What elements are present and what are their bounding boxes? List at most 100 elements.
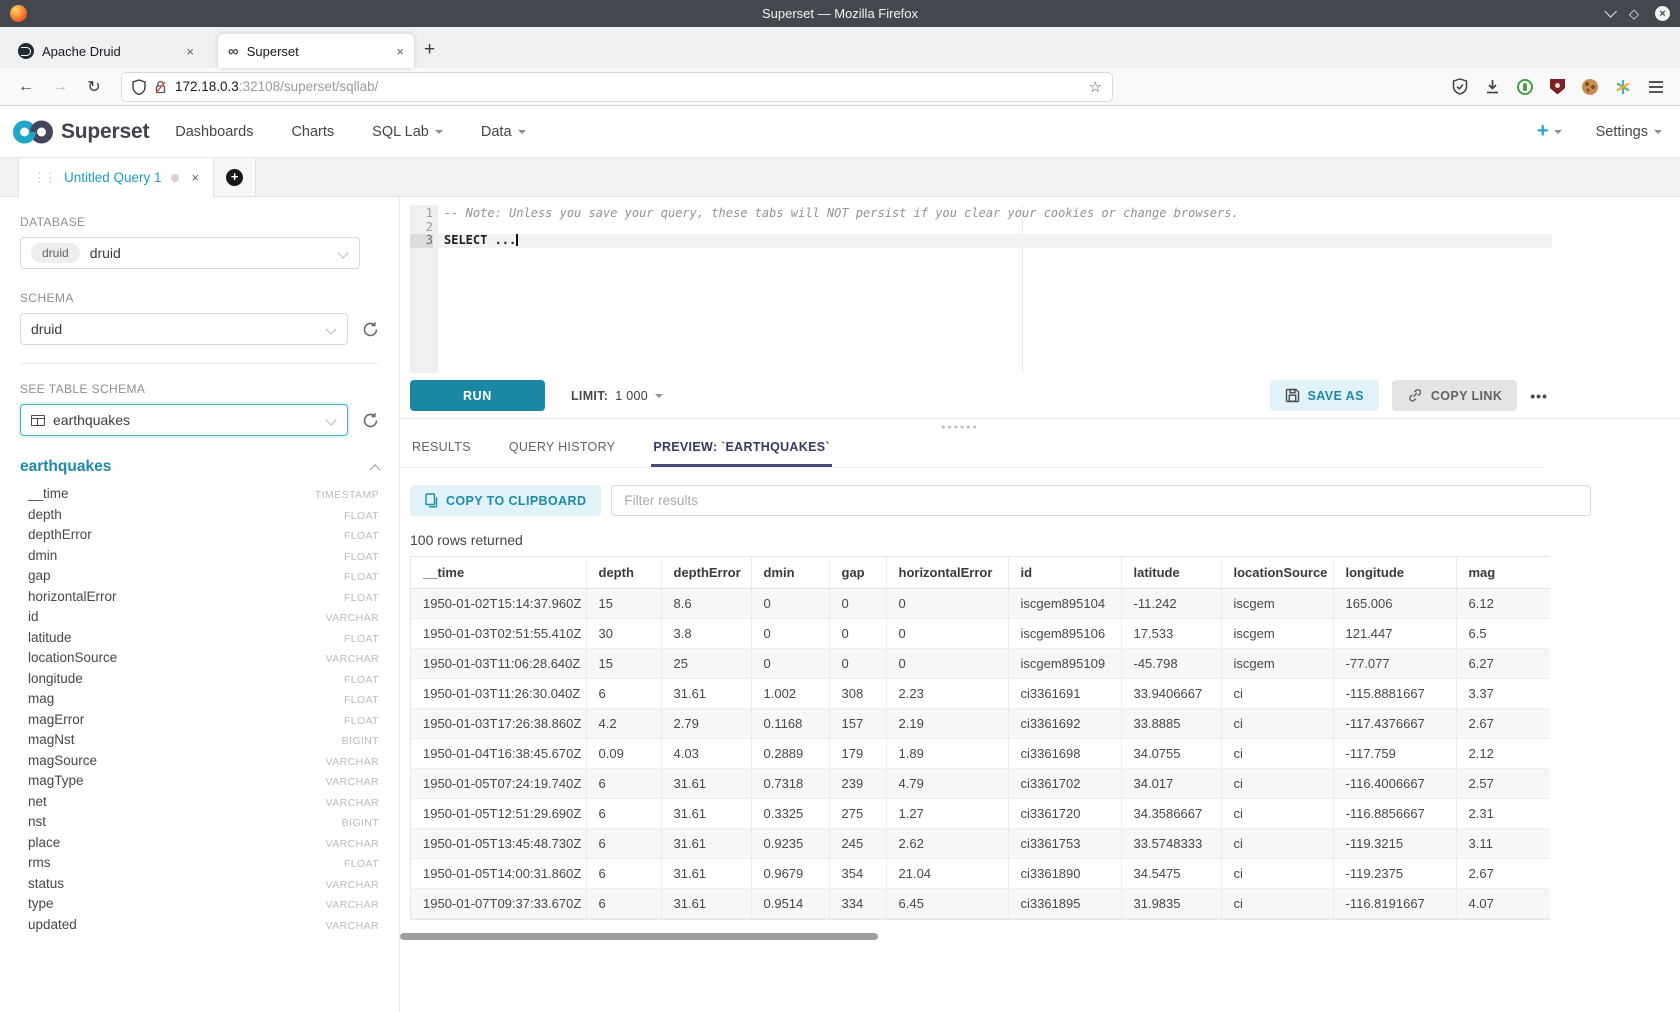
copy-link-label: COPY LINK	[1431, 389, 1502, 403]
run-button[interactable]: RUN	[410, 380, 545, 411]
limit-dropdown[interactable]: LIMIT: 1 000	[571, 389, 663, 403]
protections-shield-icon[interactable]	[1452, 78, 1468, 95]
schema-select[interactable]: druid	[20, 313, 348, 345]
scrollbar-thumb[interactable]	[400, 933, 878, 940]
database-select[interactable]: druid druid	[20, 237, 360, 269]
more-actions-button[interactable]: •••	[1530, 388, 1548, 404]
filter-results-input[interactable]	[611, 485, 1591, 516]
table-cell: 34.017	[1121, 769, 1221, 799]
table-cell: 1950-01-05T13:45:48.730Z	[411, 829, 586, 859]
table-row: 1950-01-02T15:14:37.960Z158.6000iscgem89…	[411, 589, 1550, 619]
browser-tab-superset[interactable]: ∞ Superset ×	[218, 34, 414, 68]
reload-button[interactable]: ↻	[80, 77, 108, 97]
column-header[interactable]: __time	[411, 557, 586, 589]
sqllab-sidebar: DATABASE druid druid SCHEMA druid SEE TA…	[0, 197, 400, 1012]
refresh-schema-icon[interactable]	[362, 321, 379, 338]
tab-preview-earthquakes[interactable]: PREVIEW: `EARTHQUAKES`	[651, 434, 832, 467]
table-cell: 245	[829, 829, 886, 859]
tracking-shield-icon[interactable]	[132, 79, 146, 95]
tab-close-icon[interactable]: ×	[396, 44, 404, 59]
column-header[interactable]: latitude	[1121, 557, 1221, 589]
table-cell: 3.37	[1456, 679, 1550, 709]
ublock-shield-icon[interactable]	[1550, 79, 1565, 95]
column-header[interactable]: horizontalError	[886, 557, 1008, 589]
table-cell: 0.9514	[751, 889, 829, 919]
divider	[20, 363, 379, 364]
save-floppy-icon	[1285, 388, 1300, 403]
colorful-asterisk-extension-icon[interactable]	[1615, 79, 1631, 95]
url-bar[interactable]: 172.18.0.3:32108/superset/sqllab/ ☆	[122, 73, 1112, 101]
window-maximize-icon[interactable]: ◇	[1629, 7, 1639, 20]
column-name: status	[28, 876, 64, 891]
extension-green-icon[interactable]	[1517, 79, 1533, 95]
results-toolbar: COPY TO CLIPBOARD	[410, 485, 1680, 516]
tab-query-history[interactable]: QUERY HISTORY	[507, 434, 617, 467]
database-backend-pill: druid	[31, 243, 80, 263]
table-cell: iscgem	[1221, 589, 1333, 619]
table-schema-title[interactable]: earthquakes	[20, 458, 111, 476]
copy-to-clipboard-button[interactable]: COPY TO CLIPBOARD	[410, 485, 601, 516]
insecure-lock-icon[interactable]	[154, 79, 167, 95]
nav-item-data[interactable]: Data	[481, 124, 526, 140]
superset-brand[interactable]: Superset	[12, 118, 149, 146]
sql-editor[interactable]: 1 2 3 -- Note: Unless you save your quer…	[410, 205, 1552, 373]
table-cell: 6.5	[1456, 619, 1550, 649]
browser-tab-apache-druid[interactable]: Apache Druid ×	[8, 34, 204, 68]
bookmark-star-icon[interactable]: ☆	[1089, 78, 1102, 96]
nav-item-charts[interactable]: Charts	[291, 124, 334, 140]
schema-column: magSourceVARCHAR	[20, 753, 379, 774]
table-cell: iscgem895104	[1008, 589, 1121, 619]
table-select[interactable]: earthquakes	[20, 404, 348, 436]
back-button[interactable]: ←	[12, 78, 40, 96]
column-header[interactable]: mag	[1456, 557, 1550, 589]
text-cursor	[516, 234, 518, 246]
add-new-button[interactable]: +	[1537, 120, 1562, 143]
tab-close-icon[interactable]: ×	[186, 44, 194, 59]
table-cell: 2.62	[886, 829, 1008, 859]
drag-handle-icon[interactable]: ⋮⋮	[33, 170, 55, 186]
window-close-icon[interactable]: ×	[1655, 6, 1670, 21]
horizontal-scrollbar[interactable]	[400, 933, 1548, 941]
column-type: BIGINT	[342, 735, 379, 747]
copy-link-button[interactable]: COPY LINK	[1392, 380, 1517, 411]
chevron-down-icon	[337, 247, 348, 258]
column-header[interactable]: longitude	[1333, 557, 1456, 589]
window-minimize-icon[interactable]	[1604, 5, 1617, 18]
schema-column: placeVARCHAR	[20, 835, 379, 856]
column-header[interactable]: id	[1008, 557, 1121, 589]
column-header[interactable]: locationSource	[1221, 557, 1333, 589]
editor-code-area[interactable]: -- Note: Unless you save your query, the…	[438, 205, 1552, 373]
add-query-tab-button[interactable]: +	[214, 158, 256, 196]
cookie-extension-icon[interactable]	[1582, 79, 1598, 95]
table-cell: 0	[751, 589, 829, 619]
table-cell: 4.07	[1456, 889, 1550, 919]
database-value: druid	[90, 245, 121, 261]
column-header[interactable]: gap	[829, 557, 886, 589]
table-cell: 1950-01-03T11:06:28.640Z	[411, 649, 586, 679]
column-header[interactable]: depthError	[661, 557, 751, 589]
query-tab-close-icon[interactable]: ×	[192, 170, 200, 185]
settings-menu[interactable]: Settings	[1596, 124, 1662, 140]
pane-resize-handle[interactable]	[400, 419, 1680, 434]
new-tab-button[interactable]: +	[424, 39, 435, 61]
table-cell: 31.61	[661, 889, 751, 919]
save-as-button[interactable]: SAVE AS	[1270, 380, 1379, 411]
menu-hamburger-icon[interactable]	[1648, 80, 1664, 94]
schema-column: typeVARCHAR	[20, 896, 379, 917]
forward-button[interactable]: →	[46, 78, 74, 96]
column-type: FLOAT	[344, 592, 379, 604]
table-cell: -119.3215	[1333, 829, 1456, 859]
column-type: FLOAT	[344, 674, 379, 686]
table-cell: 3.8	[661, 619, 751, 649]
collapse-chevron-up-icon[interactable]	[369, 464, 380, 475]
refresh-table-icon[interactable]	[362, 412, 379, 429]
tab-results[interactable]: RESULTS	[410, 434, 473, 467]
table-cell: 1950-01-05T07:24:19.740Z	[411, 769, 586, 799]
downloads-icon[interactable]	[1485, 79, 1500, 95]
query-tab-untitled[interactable]: ⋮⋮ Untitled Query 1 ×	[18, 158, 214, 197]
schema-column: magNstBIGINT	[20, 732, 379, 753]
nav-item-sql-lab[interactable]: SQL Lab	[372, 124, 443, 140]
column-header[interactable]: dmin	[751, 557, 829, 589]
nav-item-dashboards[interactable]: Dashboards	[175, 124, 253, 140]
column-header[interactable]: depth	[586, 557, 661, 589]
